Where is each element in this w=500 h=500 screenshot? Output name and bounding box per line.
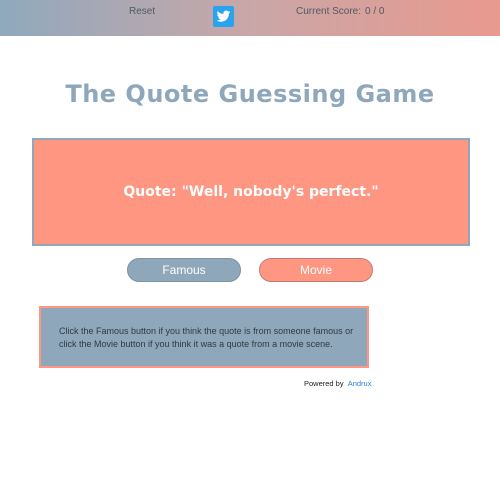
famous-button[interactable]: Famous [127,258,241,282]
current-score: Current Score: 0 / 0 [296,6,385,17]
instructions-box: Click the Famous button if you think the… [39,306,369,368]
movie-button[interactable]: Movie [259,258,373,282]
score-value: 0 / 0 [365,6,385,17]
quote-box: Quote: "Well, nobody's perfect." [32,138,470,246]
author-link[interactable]: Andrux [348,379,372,388]
quote-content: "Well, nobody's perfect." [181,184,379,200]
quote-text: Quote: "Well, nobody's perfect." [123,184,378,200]
top-bar: Reset Current Score: 0 / 0 [0,0,500,36]
reset-button[interactable]: Reset [129,6,155,17]
powered-by: Powered by Andrux [304,379,371,388]
score-label: Current Score: [296,6,362,17]
twitter-share-button[interactable] [213,6,234,27]
page-title: The Quote Guessing Game [65,80,435,108]
quote-label: Quote: [123,184,177,200]
twitter-bird-icon [216,10,231,22]
powered-label: Powered by [304,379,344,388]
